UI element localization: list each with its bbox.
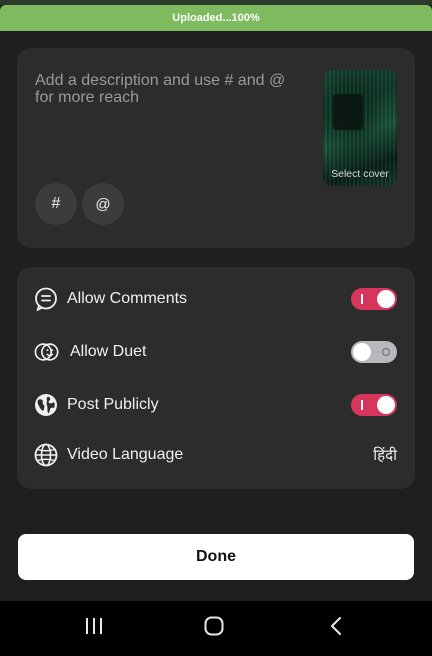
post-settings-card: Allow Comments Allow Duet Post Publicly …: [17, 267, 415, 489]
system-navigation-bar: [0, 601, 432, 656]
description-card: Add a description and use # and @ for mo…: [17, 48, 415, 248]
post-publicly-row: Post Publicly: [17, 385, 415, 425]
toggle-knob: [377, 396, 395, 414]
back-icon: [329, 616, 343, 641]
video-language-label: Video Language: [67, 446, 184, 463]
allow-duet-toggle[interactable]: [351, 341, 397, 363]
toggle-knob: [377, 290, 395, 308]
duet-icon: [34, 339, 60, 365]
toggle-on-mark: [361, 294, 363, 304]
toggle-off-mark: [382, 348, 390, 356]
allow-comments-label: Allow Comments: [67, 290, 188, 307]
hashtag-button[interactable]: #: [35, 183, 77, 225]
cover-picker[interactable]: Select cover: [323, 70, 397, 186]
post-publicly-label: Post Publicly: [67, 396, 159, 413]
recents-button[interactable]: [64, 601, 124, 656]
select-cover-label: Select cover: [331, 168, 389, 180]
allow-duet-row: Allow Duet: [17, 332, 415, 372]
home-button[interactable]: [184, 601, 244, 656]
home-icon: [204, 616, 224, 641]
video-language-row[interactable]: Video Language हिंदी: [17, 435, 415, 475]
globe-icon: [33, 392, 59, 418]
upload-status-text: Uploaded...100%: [172, 12, 260, 24]
back-button[interactable]: [306, 601, 366, 656]
language-globe-icon: [33, 442, 59, 468]
allow-comments-toggle[interactable]: [351, 288, 397, 310]
done-button[interactable]: Done: [18, 534, 414, 580]
mention-button[interactable]: @: [82, 183, 124, 225]
video-language-value[interactable]: हिंदी: [373, 445, 397, 465]
description-input[interactable]: Add a description and use # and @ for mo…: [35, 72, 305, 106]
allow-comments-row: Allow Comments: [17, 279, 415, 319]
upload-status-bar: Uploaded...100%: [0, 5, 432, 31]
post-publicly-toggle[interactable]: [351, 394, 397, 416]
toggle-knob: [353, 343, 371, 361]
chat-bubble-icon: [33, 286, 59, 312]
recents-icon: [84, 617, 104, 640]
cover-thumbnail-shape: [333, 94, 363, 130]
allow-duet-label: Allow Duet: [70, 343, 147, 360]
toggle-on-mark: [361, 400, 363, 410]
